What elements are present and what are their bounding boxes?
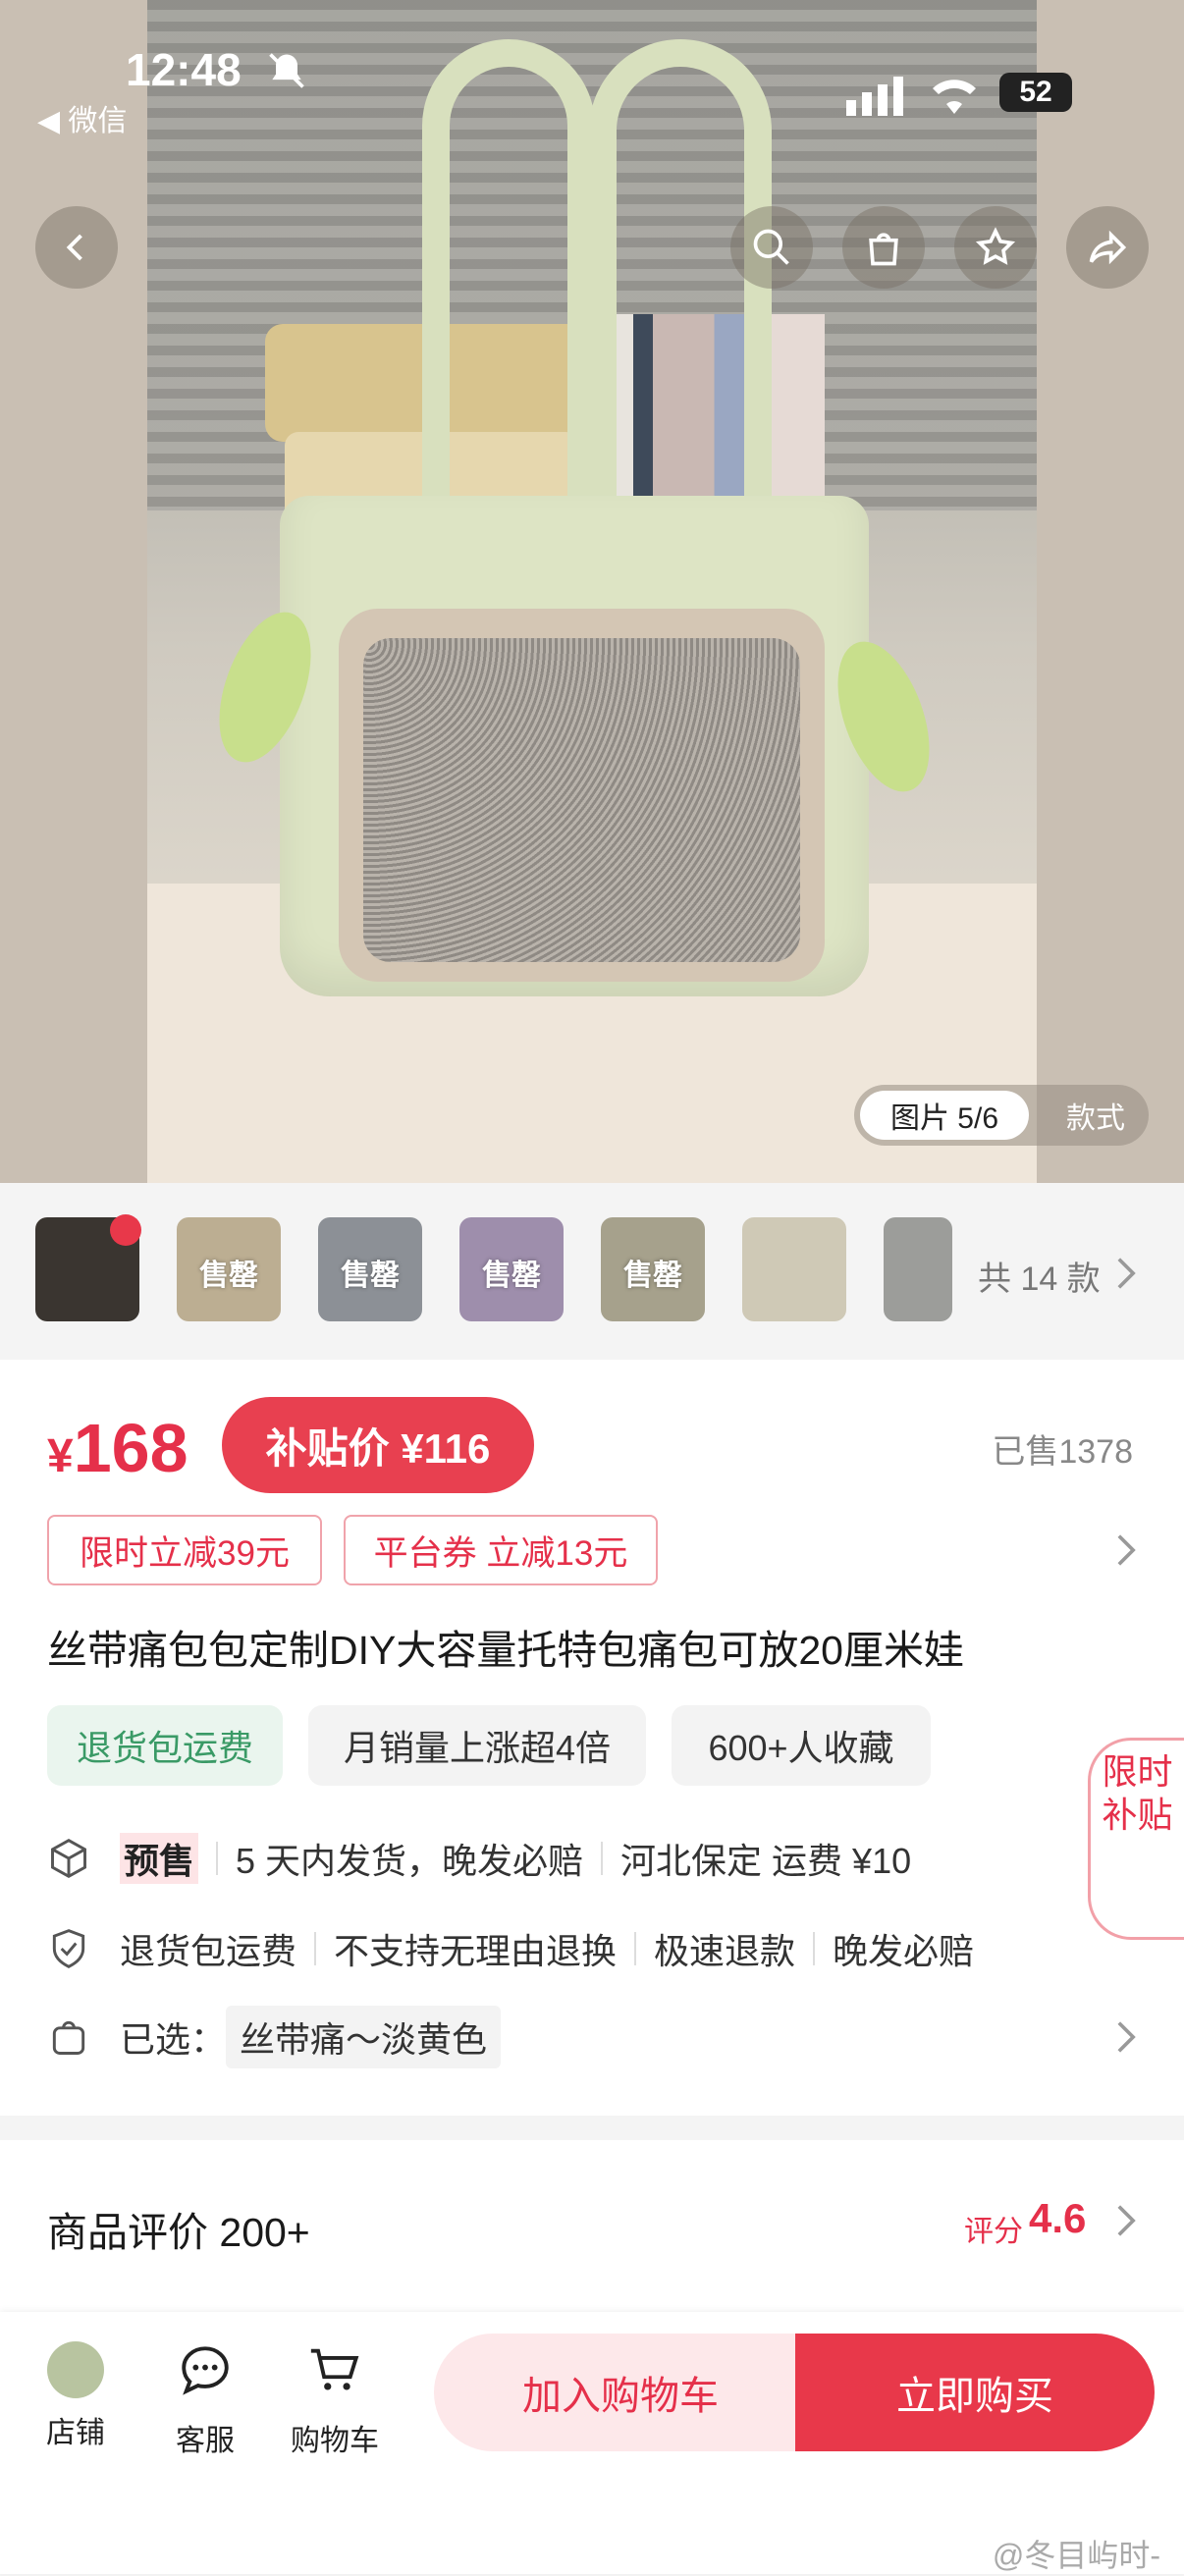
bag-icon	[52, 2020, 85, 2055]
coupon-limited-discount[interactable]: 限时立减39元	[47, 1515, 322, 1585]
price-value: 168	[73, 1410, 188, 1486]
back-to-wechat[interactable]: ◀ 微信	[37, 96, 127, 139]
weibo-watermark: @冬目屿时-	[992, 2538, 1160, 2573]
tag-favorites: 600+人收藏	[672, 1705, 931, 1786]
dispatch-time: 5 天内发货，晚发必赔	[236, 1841, 584, 1881]
image-index[interactable]: 图片 5/6	[860, 1091, 1029, 1140]
shop-bag-button[interactable]	[842, 206, 925, 289]
shipping-row[interactable]: 预售 5 天内发货，晚发必赔 河北保定 运费 ¥10	[47, 1829, 911, 1888]
guarantee-item: 极速退款	[654, 1931, 796, 1971]
guarantee-item: 不支持无理由退换	[334, 1931, 618, 1971]
shop-avatar-icon	[47, 2341, 104, 2398]
cart-label: 购物车	[291, 2425, 379, 2457]
style-tab[interactable]: 款式	[1050, 1091, 1141, 1140]
customer-service-nav[interactable]: 客服	[161, 2341, 249, 2459]
signal-icon	[846, 77, 903, 116]
review-score: 4.6	[1029, 2195, 1087, 2241]
selected-label: 已选：	[120, 2019, 227, 2060]
guarantee-item: 退货包运费	[120, 1931, 297, 1971]
shop-label: 店铺	[46, 2417, 105, 2449]
shop-nav[interactable]: 店铺	[31, 2341, 120, 2451]
variant-thumb[interactable]: 售罄	[601, 1217, 705, 1321]
back-button[interactable]	[35, 206, 118, 289]
status-time: 12:48	[126, 44, 242, 95]
reviews-title: 商品评价 200+	[47, 2210, 310, 2255]
share-button[interactable]	[1066, 206, 1149, 289]
favorite-button[interactable]	[954, 206, 1037, 289]
selected-variant-row[interactable]: 已选： 丝带痛～淡黄色	[47, 2006, 502, 2068]
currency-symbol: ¥	[47, 1430, 74, 1482]
chevron-right-icon	[1117, 1258, 1136, 1289]
share-arrow-icon	[1089, 230, 1127, 265]
sold-out-label: 售罄	[623, 1260, 682, 1292]
sold-out-label: 售罄	[341, 1260, 400, 1292]
add-to-cart-button[interactable]: 加入购物车	[434, 2334, 807, 2451]
limited-subsidy-side-tag[interactable]: 限时补贴	[1088, 1738, 1184, 1940]
tag-free-return-shipping: 退货包运费	[47, 1705, 283, 1786]
wifi-icon	[933, 80, 976, 114]
selected-value: 丝带痛～淡黄色	[226, 2006, 502, 2068]
chevron-left-icon	[66, 234, 82, 261]
chevron-right-icon[interactable]	[1113, 1532, 1139, 1568]
variant-thumb[interactable]	[742, 1217, 846, 1321]
product-image-gallery[interactable]: 12:48 ◀ 微信 52 图片 5/6 款式	[0, 0, 1184, 1183]
variant-count[interactable]: 共 14 款	[978, 1252, 1101, 1300]
bag-mesh-window	[363, 638, 800, 962]
score-label: 评分	[964, 2216, 1023, 2248]
shield-check-icon	[52, 1929, 85, 1968]
mute-bell-icon	[269, 53, 304, 88]
search-button[interactable]	[730, 206, 813, 289]
cart-icon	[310, 2348, 359, 2390]
tag-sales-growth: 月销量上涨超4倍	[308, 1705, 646, 1786]
buy-now-button[interactable]: 立即购买	[795, 2334, 1155, 2451]
chevron-right-icon[interactable]	[1113, 2019, 1139, 2055]
sold-out-label: 售罄	[482, 1260, 541, 1292]
presale-label: 预售	[120, 1833, 199, 1884]
subsidy-price-badge: 补贴价 ¥116	[222, 1397, 534, 1493]
product-title: 丝带痛包包定制DIY大容量托特包痛包可放20厘米娃	[47, 1628, 964, 1673]
product-info-card: ¥168 补贴价 ¥116 已售1378 限时立减39元 平台券 立减13元 丝…	[0, 1360, 1184, 2116]
origin-shipping-fee: 河北保定 运费 ¥10	[620, 1841, 912, 1881]
coupon-platform[interactable]: 平台券 立减13元	[344, 1515, 658, 1585]
sold-out-label: 售罄	[199, 1260, 258, 1292]
shopping-bag-icon	[869, 233, 898, 266]
variant-thumb[interactable]	[884, 1217, 952, 1321]
variant-thumbnails: 售罄 售罄 售罄 售罄 共 14 款	[0, 1183, 1184, 1360]
hot-badge-icon	[110, 1214, 141, 1246]
guarantee-row[interactable]: 退货包运费 不支持无理由退换 极速退款 晚发必赔	[47, 1919, 974, 1978]
reviews-section[interactable]: 商品评价 200+ 评分 4.6	[0, 2140, 1184, 2312]
chat-bubble-icon	[182, 2346, 229, 2395]
variant-thumb[interactable]: 售罄	[318, 1217, 422, 1321]
star-icon	[975, 227, 1016, 265]
battery-indicator: 52	[999, 73, 1072, 112]
service-label: 客服	[176, 2425, 235, 2457]
variant-thumb[interactable]: 售罄	[177, 1217, 281, 1321]
search-icon	[753, 229, 789, 265]
price: ¥168	[47, 1409, 188, 1487]
guarantee-item: 晚发必赔	[833, 1931, 975, 1971]
cart-nav[interactable]: 购物车	[291, 2341, 379, 2459]
chevron-right-icon	[1117, 2205, 1136, 2236]
sold-count: 已售1378	[992, 1433, 1133, 1471]
box-icon	[51, 1838, 86, 1879]
status-bar: 12:48 ◀ 微信 52	[0, 0, 1184, 137]
gallery-pager[interactable]: 图片 5/6 款式	[854, 1085, 1149, 1146]
variant-thumb[interactable]: 售罄	[459, 1217, 564, 1321]
